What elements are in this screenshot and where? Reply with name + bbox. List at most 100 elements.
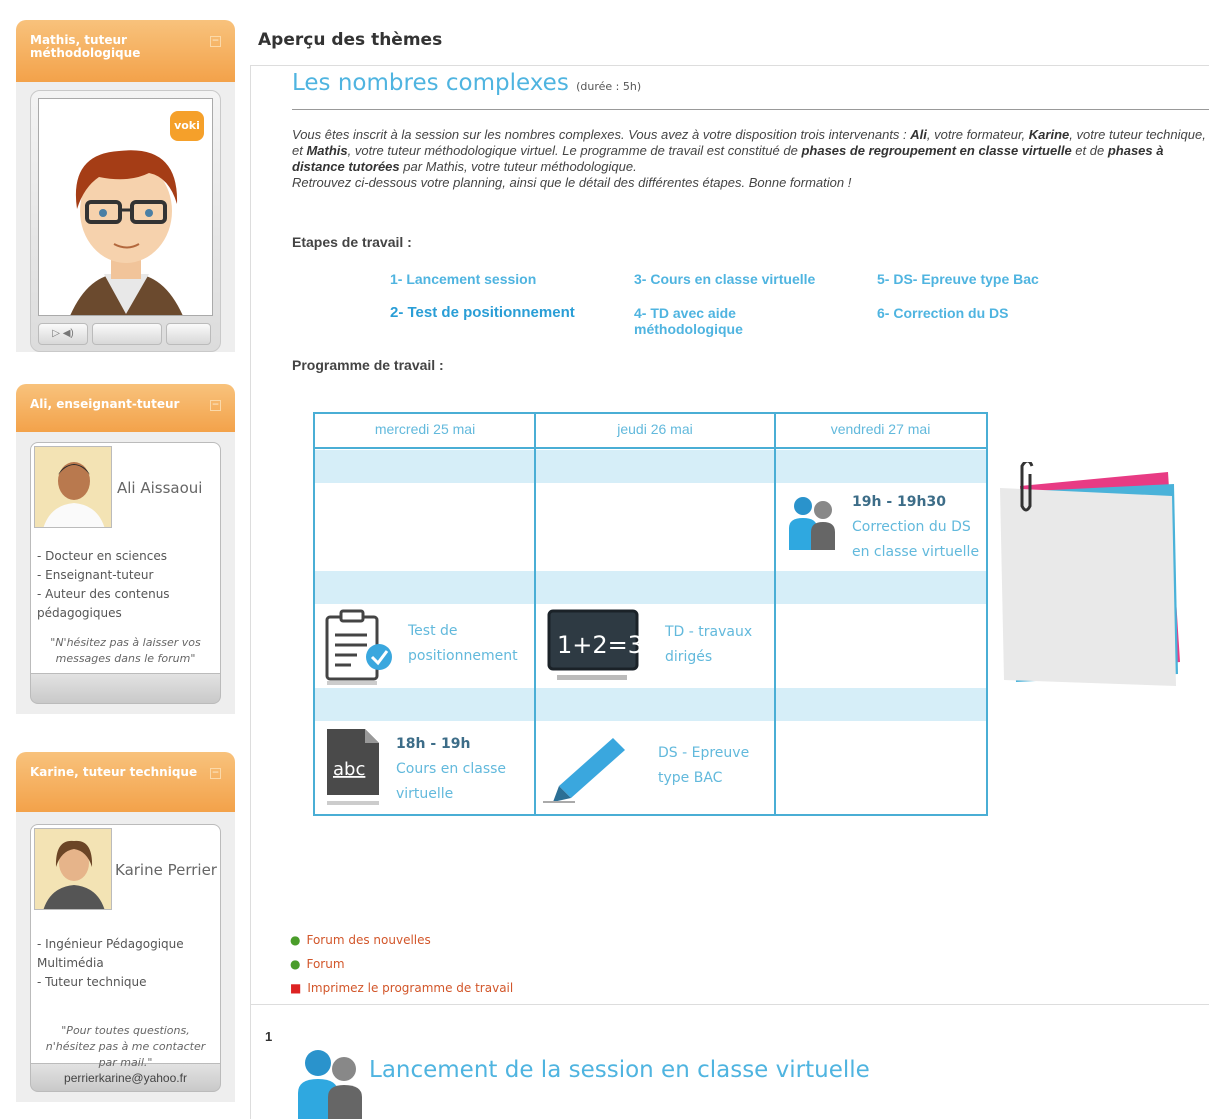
divider (315, 447, 986, 449)
schedule-band (315, 571, 986, 604)
link-label[interactable]: Forum (306, 952, 344, 976)
topic-title-text: Les nombres complexes (292, 70, 569, 96)
forum-news-link[interactable]: ● Forum des nouvelles (290, 928, 513, 952)
collapse-icon[interactable]: − (210, 768, 221, 779)
forum-link[interactable]: ● Forum (290, 952, 513, 976)
cours-cell: 18h - 19h Cours en classe virtuelle (396, 732, 521, 807)
karine-card: Karine Perrier - Ingénieur Pédagogique M… (30, 824, 221, 1069)
step-link-2[interactable]: 2- Test de positionnement (390, 305, 575, 321)
section-title-link[interactable]: Lancement de la session en classe virtue… (369, 1057, 870, 1083)
intro-text: Mathis (306, 143, 348, 158)
divider (534, 414, 536, 814)
ali-block: Ali, enseignant-tuteur − Ali Aissaoui - … (16, 384, 235, 714)
mathis-block: Mathis, tuteur méthodologique − voki ▷ ◀… (16, 20, 235, 352)
ali-name: Ali Aissaoui (117, 479, 203, 497)
day-header: mercredi 25 mai (374, 421, 476, 437)
pencil-icon (543, 738, 625, 803)
td-cell-text: TD - travaux dirigés (665, 624, 753, 665)
step-link-1[interactable]: 1- Lancement session (390, 271, 536, 287)
collapse-icon[interactable]: − (210, 36, 221, 47)
list-item: - Docteur en sciences (37, 549, 167, 563)
list-item: - Tuteur technique (37, 975, 147, 989)
ali-bullets: - Docteur en sciences - Enseignant-tuteu… (31, 547, 220, 623)
karine-block-title: Karine, tuteur technique (30, 765, 198, 779)
divider (292, 109, 1209, 110)
people-icon (789, 497, 835, 550)
ali-card-footer (30, 674, 221, 704)
programme-label: Programme de travail : (292, 357, 444, 373)
intro-text: phases de regroupement en classe virtuel… (801, 143, 1072, 158)
ali-block-title: Ali, enseignant-tuteur (30, 397, 180, 411)
document-abc-icon: abc (327, 729, 379, 805)
link-label[interactable]: Forum des nouvelles (306, 928, 430, 952)
ali-block-header: Ali, enseignant-tuteur − (16, 384, 235, 432)
intro-text: et de (1071, 143, 1108, 158)
voki-spacer-button[interactable] (92, 323, 162, 345)
forum-icon: ● (290, 957, 301, 971)
step-link-3[interactable]: 3- Cours en classe virtuelle (634, 271, 815, 287)
karine-name: Karine Perrier (115, 861, 217, 879)
intro-text: Ali (910, 127, 927, 142)
correction-text: Correction du DS en classe virtuelle (852, 519, 980, 560)
print-program-link[interactable]: ■ Imprimez le programme de travail (290, 976, 513, 1000)
divider (774, 414, 776, 814)
test-cell-text: Test de positionnement (408, 623, 518, 664)
step-link-4[interactable]: 4- TD avec aide méthodologique (634, 305, 794, 337)
karine-bullets: - Ingénieur Pédagogique Multimédia - Tut… (31, 935, 220, 992)
schedule-band (315, 688, 986, 721)
ali-photo (34, 446, 112, 528)
voki-menu-button[interactable] (166, 323, 211, 345)
ds-cell-text: DS - Epreuve type BAC (658, 745, 750, 786)
mathis-block-title: Mathis, tuteur méthodologique (30, 33, 141, 60)
people-icon (298, 1050, 362, 1119)
abc-text: abc (333, 759, 365, 780)
voki-controls: ▷ ◀) (38, 323, 213, 345)
topic-duration: (durée : 5h) (576, 80, 642, 93)
etapes-label: Etapes de travail : (292, 234, 412, 250)
collapse-icon[interactable]: − (210, 400, 221, 411)
forum-icon: ● (290, 933, 301, 947)
link-label[interactable]: Imprimez le programme de travail (307, 976, 513, 1000)
karine-quote: "Pour toutes questions, n'hésitez pas à … (45, 1024, 206, 1069)
voki-logo-icon: voki (170, 111, 204, 141)
sticky-notes-image (1000, 462, 1180, 686)
list-item: - Auteur des contenus pédagogiques (37, 587, 170, 620)
intro-text: , votre tuteur méthodologique virtuel. L… (347, 143, 802, 158)
intro-text: par Mathis, votre tuteur méthodologique. (399, 159, 637, 174)
resource-links: ● Forum des nouvelles ● Forum ■ Imprimez… (290, 928, 513, 1000)
play-button[interactable]: ▷ ◀) (38, 323, 88, 345)
karine-block-header: Karine, tuteur technique − (16, 752, 235, 812)
intro-text: Vous êtes inscrit à la session sur les n… (292, 127, 911, 142)
pdf-icon: ■ (290, 981, 302, 995)
chalkboard-icon: 1+2=3 (547, 609, 639, 680)
schedule-band (315, 450, 986, 483)
schedule-table: mercredi 25 mai jeudi 26 mai vendredi 27… (313, 412, 988, 816)
ali-block-body: Ali Aissaoui - Docteur en sciences - Ens… (16, 432, 235, 714)
left-sidebar: Mathis, tuteur méthodologique − voki ▷ ◀… (0, 0, 247, 1119)
intro-text: Karine (1028, 127, 1070, 142)
karine-block: Karine, tuteur technique − Karine Perrie… (16, 752, 235, 1102)
correction-cell: 19h - 19h30 Correction du DS en classe v… (852, 490, 987, 565)
intro-paragraph: Vous êtes inscrit à la session sur les n… (292, 127, 1209, 191)
day-header: jeudi 26 mai (617, 421, 693, 437)
mathis-block-header: Mathis, tuteur méthodologique − (16, 20, 235, 82)
mathis-block-body: voki ▷ ◀) (16, 82, 235, 352)
day-header: vendredi 27 mai (830, 421, 931, 437)
topic-title: Les nombres complexes (durée : 5h) (292, 70, 641, 96)
ali-quote: "N'hésitez pas à laisser vos messages da… (50, 636, 201, 665)
voki-avatar-screen: voki (38, 98, 213, 316)
main-content: Aperçu des thèmes Les nombres complexes … (250, 0, 1209, 1119)
cours-time: 18h - 19h (396, 736, 471, 752)
clipboard-check-icon (325, 609, 392, 685)
page-title: Aperçu des thèmes (258, 30, 443, 50)
section-number: 1 (265, 1029, 273, 1044)
step-link-6[interactable]: 6- Correction du DS (877, 305, 1008, 321)
list-item: - Enseignant-tuteur (37, 568, 154, 582)
section-1: 1 Lancement de la session en classe virt… (250, 1005, 1209, 1119)
list-item: - Ingénieur Pédagogique Multimédia (37, 937, 184, 970)
karine-block-body: Karine Perrier - Ingénieur Pédagogique M… (16, 812, 235, 1102)
intro-text: , votre formateur, (926, 127, 1029, 142)
voki-player[interactable]: voki ▷ ◀) (30, 90, 221, 352)
step-link-5[interactable]: 5- DS- Epreuve type Bac (877, 271, 1039, 287)
correction-time: 19h - 19h30 (852, 494, 946, 510)
